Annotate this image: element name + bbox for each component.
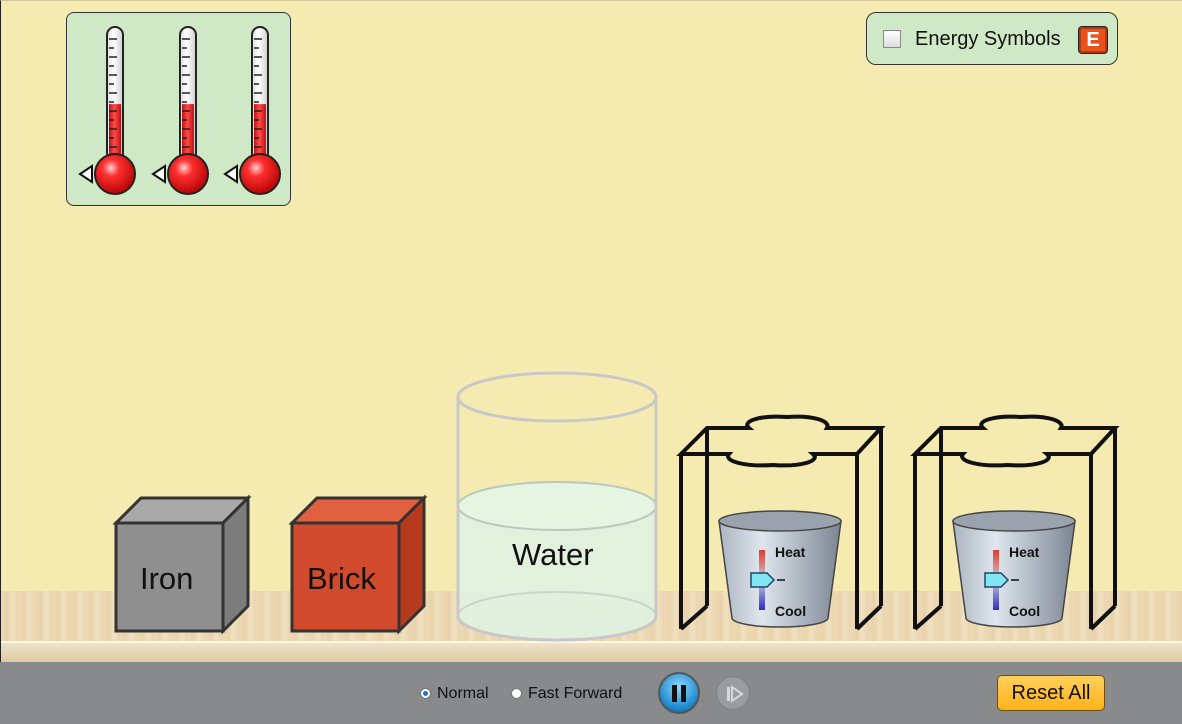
brick-label: Brick (307, 561, 376, 596)
control-bar: Normal Fast Forward Reset All (0, 662, 1182, 724)
fast-forward-radio[interactable] (511, 688, 522, 699)
step-icon (727, 685, 744, 703)
step-button[interactable] (716, 676, 750, 710)
pause-button[interactable] (658, 672, 700, 714)
heat-label-2: Heat (1009, 544, 1040, 560)
water-beaker[interactable] (456, 371, 658, 642)
heat-label-1: Heat (775, 544, 806, 560)
iron-label: Iron (140, 561, 194, 596)
normal-speed-radio[interactable] (420, 688, 431, 699)
water-label: Water (512, 537, 594, 572)
reset-all-button[interactable]: Reset All (997, 675, 1105, 711)
cool-label-2: Cool (1009, 603, 1041, 619)
normal-speed-label[interactable]: Normal (437, 685, 489, 703)
simulation-stage: Energy Symbols E Iron Brick Water Heat C… (0, 0, 1182, 665)
cool-label-1: Cool (775, 603, 807, 619)
fast-forward-label[interactable]: Fast Forward (528, 685, 622, 703)
